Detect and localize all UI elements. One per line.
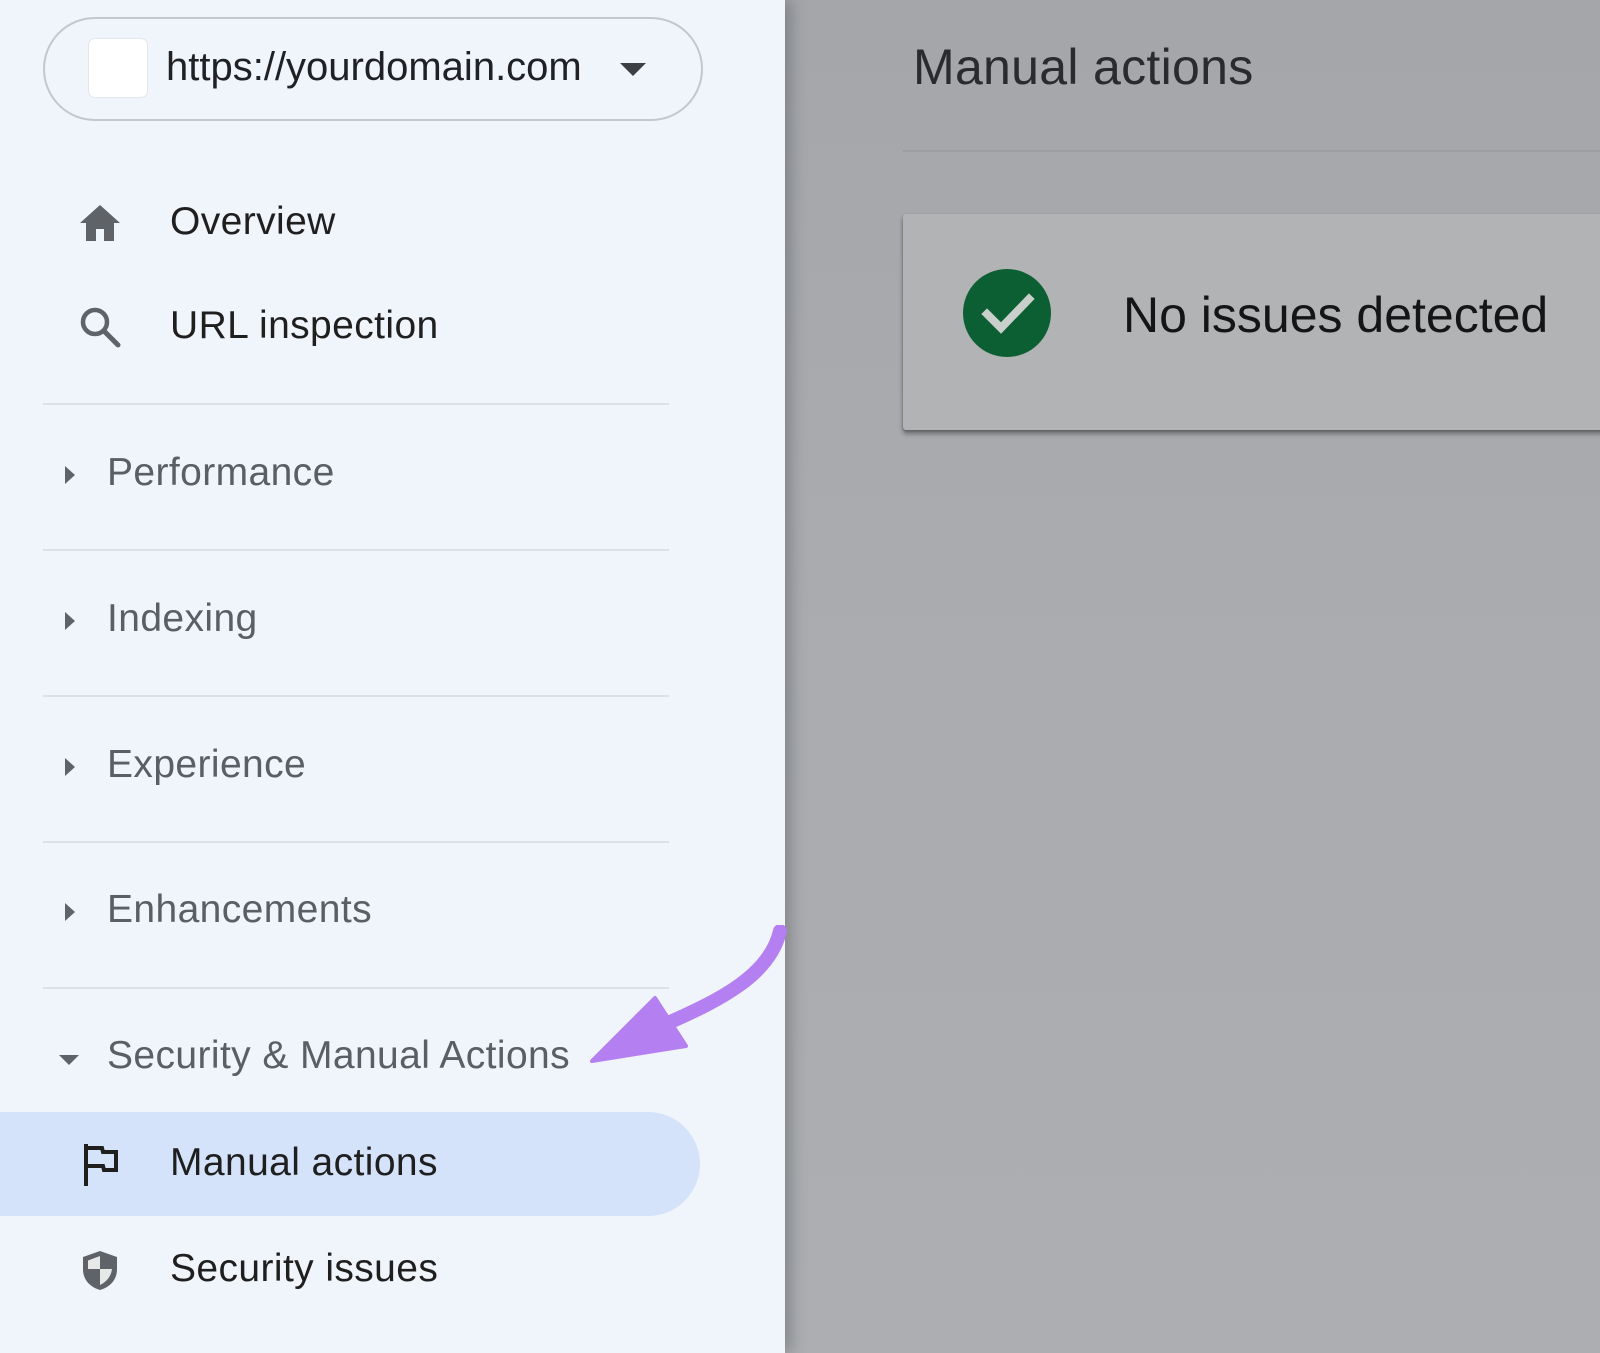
caret-right-icon: [65, 903, 75, 921]
status-card: No issues detected: [903, 214, 1600, 430]
check-circle-icon: [963, 269, 1051, 357]
nav-label-security-issues: Security issues: [170, 1247, 439, 1290]
divider: [43, 695, 669, 697]
nav-label-manual-actions: Manual actions: [170, 1141, 438, 1184]
section-performance[interactable]: Performance: [0, 425, 700, 525]
section-label-performance: Performance: [107, 451, 335, 494]
property-url: https://yourdomain.com: [166, 45, 582, 89]
flag-icon: [84, 1144, 118, 1186]
shield-icon: [83, 1251, 117, 1290]
section-indexing[interactable]: Indexing: [0, 571, 700, 671]
section-label-experience: Experience: [107, 743, 307, 786]
annotation-arrow-icon: [590, 925, 787, 1063]
section-label-enhancements: Enhancements: [107, 888, 372, 931]
card-edge-fade: [1553, 214, 1600, 430]
status-text: No issues detected: [1123, 287, 1549, 343]
sidebar: https://yourdomain.com Overview URL insp…: [0, 0, 785, 1353]
caret-right-icon: [65, 466, 75, 484]
dropdown-arrow-icon: [620, 63, 646, 76]
divider: [43, 987, 669, 989]
divider: [43, 549, 669, 551]
nav-label-url-inspection: URL inspection: [170, 304, 439, 347]
caret-right-icon: [65, 758, 75, 776]
search-icon: [80, 307, 121, 348]
nav-item-security-issues[interactable]: Security issues: [0, 1218, 700, 1322]
section-label-security-manual-actions: Security & Manual Actions: [107, 1034, 571, 1077]
divider: [43, 841, 669, 843]
caret-right-icon: [65, 612, 75, 630]
section-experience[interactable]: Experience: [0, 717, 700, 817]
home-icon: [80, 205, 120, 241]
section-label-indexing: Indexing: [107, 597, 258, 640]
nav-item-overview[interactable]: Overview: [0, 171, 700, 275]
property-selector[interactable]: https://yourdomain.com: [43, 17, 703, 121]
property-favicon: [89, 39, 147, 97]
nav-item-url-inspection[interactable]: URL inspection: [0, 275, 700, 379]
page-title: Manual actions: [913, 39, 1254, 95]
divider: [43, 403, 669, 405]
caret-down-icon: [59, 1055, 79, 1065]
nav-label-overview: Overview: [170, 200, 336, 243]
main-content: Manual actions No issues detected: [785, 0, 1600, 1353]
nav-item-manual-actions[interactable]: Manual actions: [0, 1112, 700, 1216]
title-divider: [903, 150, 1600, 152]
